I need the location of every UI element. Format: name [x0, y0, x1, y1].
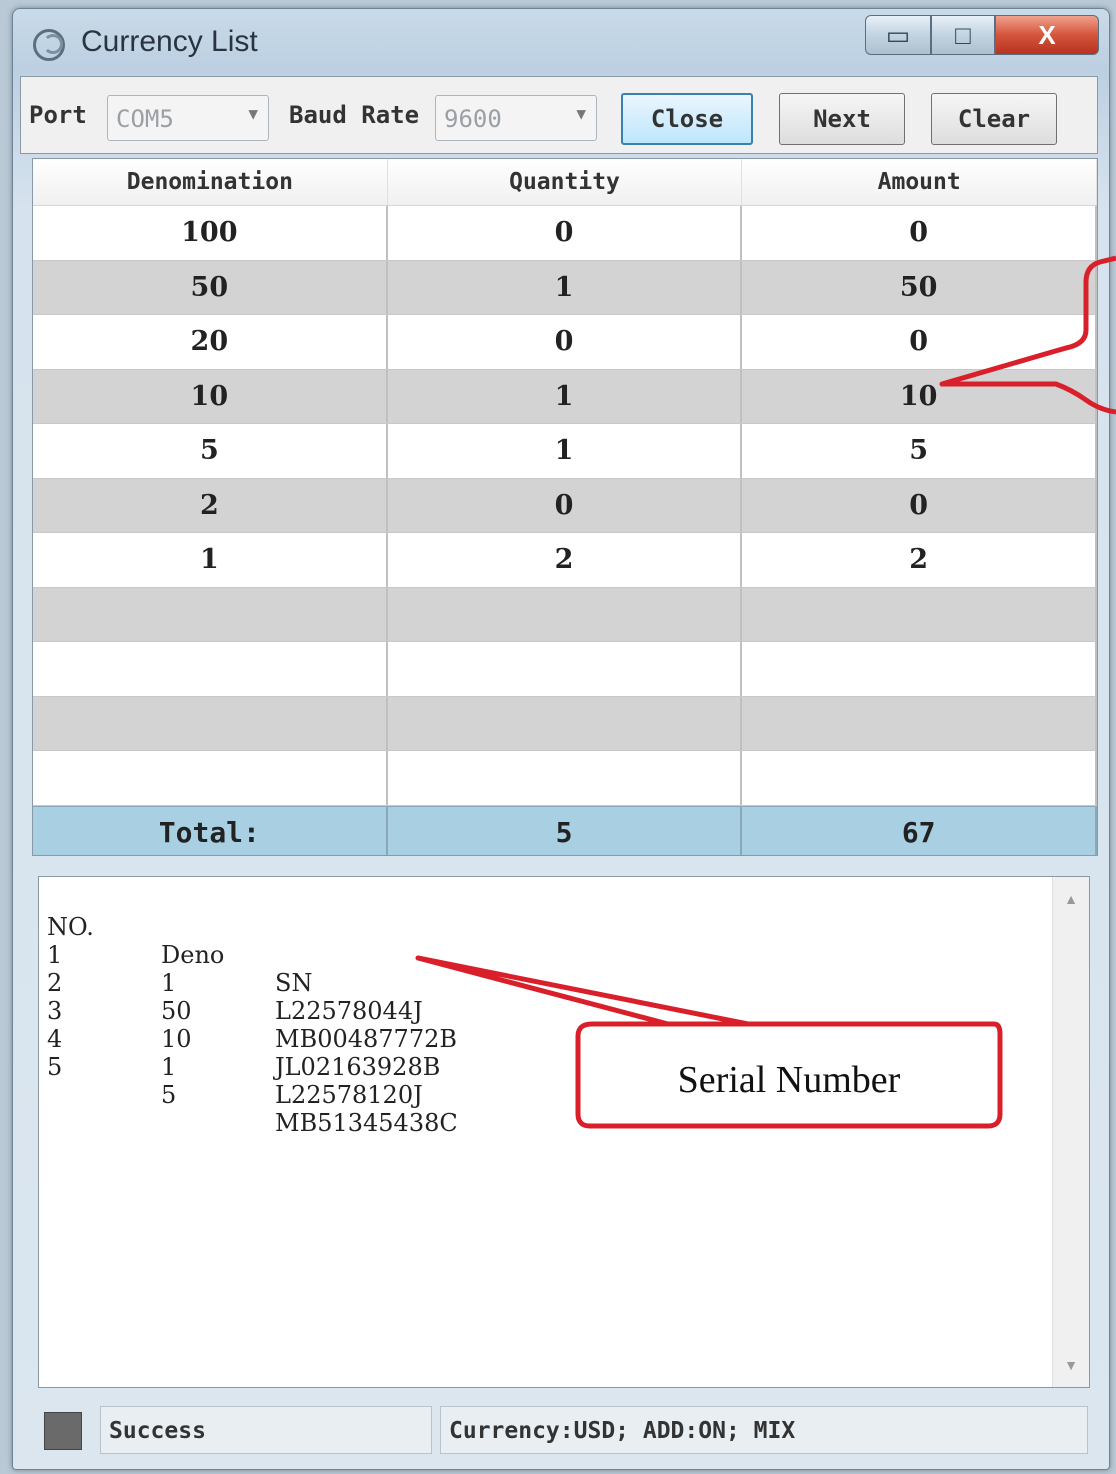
table-row[interactable]: 515: [33, 424, 1097, 479]
cell-quantity: 0: [388, 206, 743, 260]
cell-denomination: [33, 751, 388, 805]
table-row[interactable]: [33, 751, 1097, 806]
serial-no: 5: [47, 1053, 63, 1081]
scroll-down-icon[interactable]: ▼: [1053, 1357, 1089, 1373]
status-bar: Success Currency:USD; ADD:ON; MIX: [38, 1398, 1090, 1464]
cell-denomination: [33, 642, 388, 696]
table-row[interactable]: [33, 642, 1097, 697]
toolbar: Port COM5 ▼ Baud Rate 9600 ▼ Close Next …: [20, 76, 1098, 154]
status-indicator-icon: [44, 1412, 82, 1450]
column-header-amount[interactable]: Amount: [742, 159, 1097, 205]
cell-amount: [742, 587, 1097, 641]
port-select-value: COM5: [116, 105, 174, 133]
cell-quantity: [388, 587, 743, 641]
serial-sn: L22578044J: [275, 997, 423, 1025]
table-row[interactable]: 100 0 0: [33, 206, 1097, 261]
maximize-button[interactable]: □: [931, 15, 995, 55]
cell-quantity: 0: [388, 315, 743, 369]
cell-amount: [742, 751, 1097, 805]
table-row[interactable]: 122: [33, 533, 1097, 588]
baud-rate-label: Baud Rate: [289, 101, 420, 129]
column-header-denomination[interactable]: Denomination: [33, 159, 388, 205]
chevron-down-icon: ▼: [576, 104, 586, 123]
cell-amount: 10: [742, 369, 1097, 423]
total-row: Total: 5 67: [33, 805, 1097, 855]
serial-number-list[interactable]: NO. Deno SN 1 1 L22578044J 2 50 MB004877…: [38, 876, 1090, 1388]
serial-header-deno: Deno: [161, 941, 225, 969]
serial-deno: 5: [161, 1081, 177, 1109]
cell-quantity: [388, 751, 743, 805]
status-message: Success: [100, 1406, 432, 1454]
vertical-scrollbar[interactable]: ▲ ▼: [1052, 877, 1089, 1387]
table-row[interactable]: 50 1 50: [33, 260, 1097, 315]
cell-amount: 0: [742, 478, 1097, 532]
close-port-button[interactable]: Close: [621, 93, 753, 145]
cell-quantity: 1: [388, 369, 743, 423]
column-header-quantity[interactable]: Quantity: [388, 159, 743, 205]
serial-sn: L22578120J: [275, 1081, 423, 1109]
total-quantity: 5: [388, 806, 743, 855]
cell-denomination: 5: [33, 424, 388, 478]
app-icon: [33, 29, 65, 61]
cell-amount: 0: [742, 315, 1097, 369]
cell-denomination: 1: [33, 533, 388, 587]
cell-amount: 5: [742, 424, 1097, 478]
total-amount: 67: [742, 806, 1097, 855]
minimize-button[interactable]: ▭: [865, 15, 931, 55]
clear-button[interactable]: Clear: [931, 93, 1057, 145]
close-window-button[interactable]: X: [995, 15, 1099, 55]
cell-quantity: [388, 696, 743, 750]
cell-amount: 0: [742, 206, 1097, 260]
cell-denomination: 10: [33, 369, 388, 423]
cell-quantity: 1: [388, 260, 743, 314]
cell-quantity: 0: [388, 478, 743, 532]
table-header: Denomination Quantity Amount: [33, 159, 1097, 206]
serial-deno: 1: [161, 969, 177, 997]
baud-rate-select-value: 9600: [444, 105, 502, 133]
cell-quantity: 2: [388, 533, 743, 587]
serial-deno: 1: [161, 1053, 177, 1081]
title-bar[interactable]: Currency List ▭ □ X: [13, 9, 1109, 81]
currency-table: Denomination Quantity Amount 100 0 0 50 1 50…: [32, 158, 1098, 856]
window-title: Currency List: [81, 25, 258, 58]
cell-denomination: [33, 696, 388, 750]
port-select[interactable]: COM5 ▼: [107, 95, 269, 141]
cell-amount: [742, 696, 1097, 750]
cell-denomination: 20: [33, 315, 388, 369]
cell-quantity: 1: [388, 424, 743, 478]
cell-quantity: [388, 642, 743, 696]
cell-denomination: 100: [33, 206, 388, 260]
serial-number-callout: Serial Number: [677, 1059, 901, 1101]
list-item: 5 5 MB51345438C: [47, 1025, 458, 1165]
scroll-up-icon[interactable]: ▲: [1053, 891, 1089, 907]
cell-amount: 2: [742, 533, 1097, 587]
next-button[interactable]: Next: [779, 93, 905, 145]
cell-amount: 50: [742, 260, 1097, 314]
table-row[interactable]: 20 0 0: [33, 315, 1097, 370]
cell-denomination: 50: [33, 260, 388, 314]
table-row[interactable]: [33, 587, 1097, 642]
serial-header-sn: SN: [275, 969, 313, 997]
chevron-down-icon: ▼: [248, 104, 258, 123]
cell-denomination: 2: [33, 478, 388, 532]
baud-rate-select[interactable]: 9600 ▼: [435, 95, 597, 141]
cell-amount: [742, 642, 1097, 696]
status-info: Currency:USD; ADD:ON; MIX: [440, 1406, 1088, 1454]
table-row[interactable]: [33, 696, 1097, 751]
table-row[interactable]: 200: [33, 478, 1097, 533]
serial-sn: MB00487772B: [275, 1025, 458, 1053]
table-row[interactable]: 10 1 10: [33, 369, 1097, 424]
total-label: Total:: [33, 806, 388, 855]
serial-deno: 50: [161, 997, 192, 1025]
serial-sn: MB51345438C: [275, 1109, 458, 1137]
port-label: Port: [29, 101, 87, 129]
serial-sn: JL02163928B: [275, 1053, 441, 1081]
serial-deno: 10: [161, 1025, 192, 1053]
cell-denomination: [33, 587, 388, 641]
